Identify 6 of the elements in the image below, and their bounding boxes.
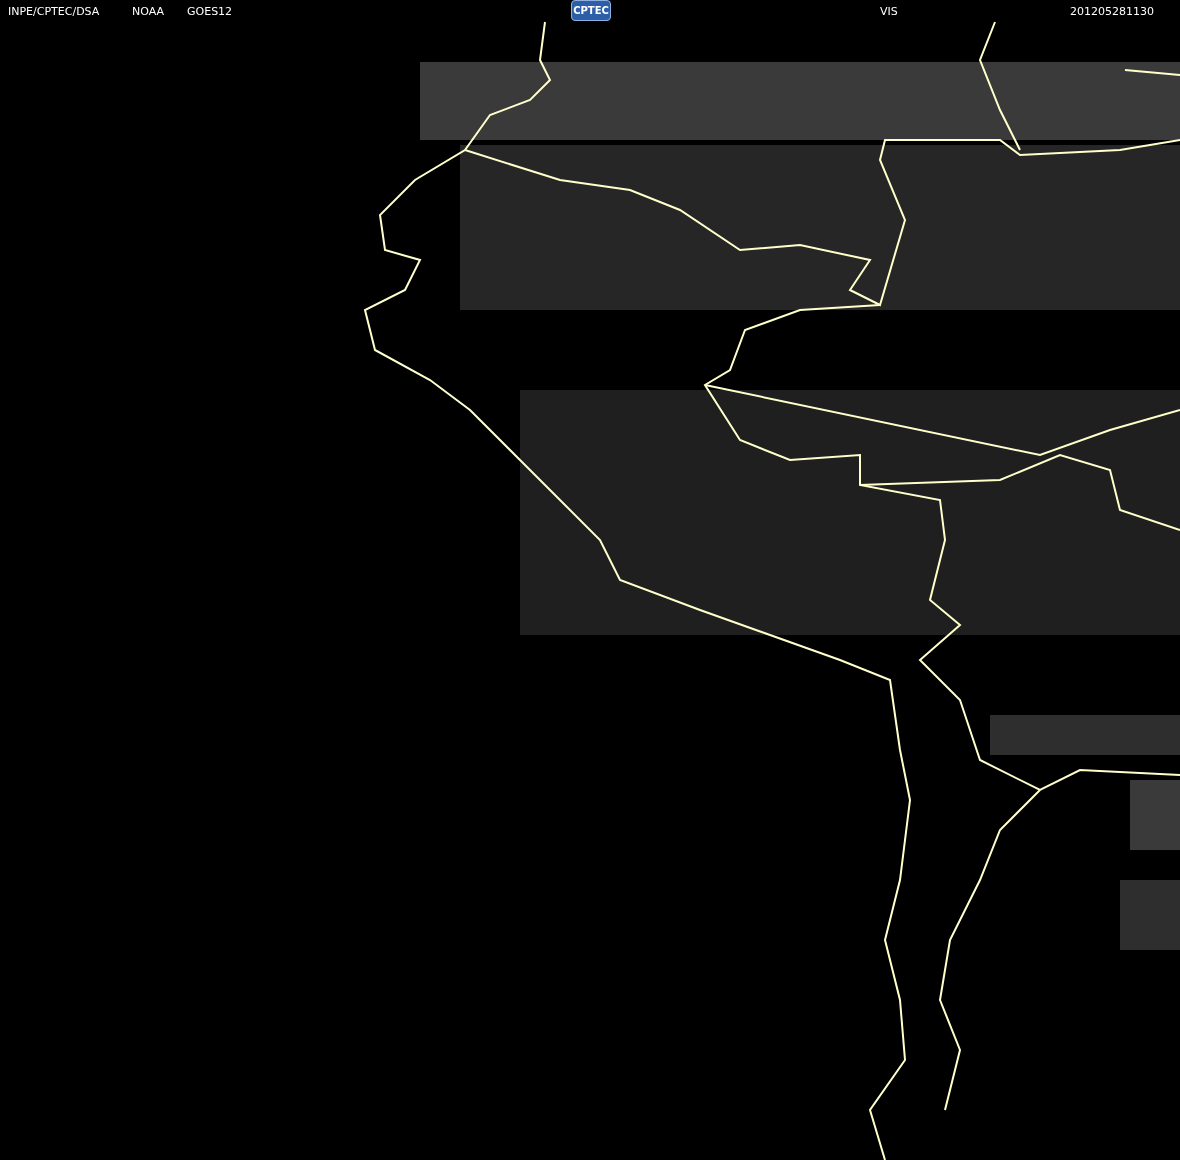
satellite-label: GOES12 [187, 5, 233, 19]
logo: CPTEC [571, 0, 611, 21]
agency-label: NOAA [132, 5, 165, 19]
channel-label: VIS [880, 5, 898, 19]
source-label: INPE/CPTEC/DSA [8, 5, 100, 19]
timestamp-label: 201205281130 [1070, 5, 1154, 19]
